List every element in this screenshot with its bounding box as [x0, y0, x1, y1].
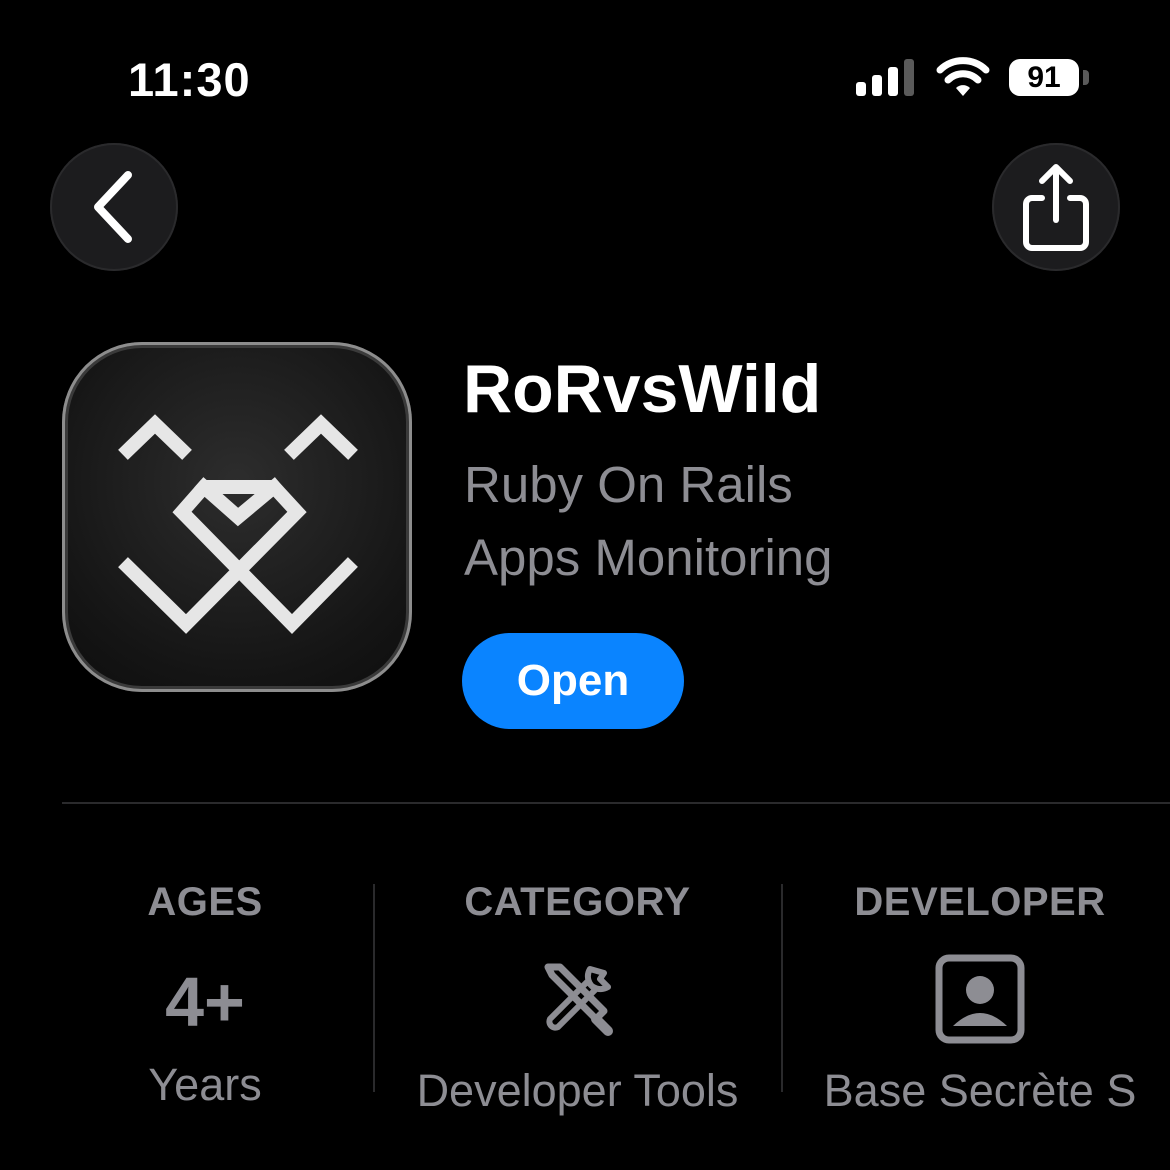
share-button[interactable] — [992, 143, 1120, 271]
developer-sub: Base Secrète S — [823, 1065, 1137, 1116]
signal-icon — [856, 59, 914, 96]
rorvswild-logo — [118, 414, 358, 634]
battery-nub — [1083, 70, 1089, 85]
ages-value: 4+ — [165, 963, 245, 1041]
app-subtitle-line1: Ruby On Rails — [464, 456, 793, 513]
column-separator — [373, 884, 375, 1092]
app-icon — [62, 342, 412, 692]
app-subtitle: Ruby On Rails Apps Monitoring — [464, 448, 1064, 594]
status-time: 11:30 — [128, 53, 251, 106]
column-separator — [781, 884, 783, 1092]
developer-label: DEVELOPER — [854, 880, 1106, 924]
open-button[interactable]: Open — [462, 633, 684, 729]
app-subtitle-line2: Apps Monitoring — [464, 529, 833, 586]
info-category[interactable]: CATEGORY Developer Tools — [385, 880, 770, 1117]
category-sub: Developer Tools — [416, 1065, 739, 1116]
share-icon — [1023, 164, 1089, 251]
info-ages[interactable]: AGES 4+ Years — [80, 880, 330, 1111]
chevron-left-icon — [94, 171, 132, 243]
app-title: RoRvsWild — [463, 351, 822, 427]
divider — [62, 802, 1170, 804]
battery-icon: 91 — [1009, 59, 1079, 96]
ages-sub: Years — [148, 1059, 262, 1110]
back-button[interactable] — [50, 143, 178, 271]
category-label: CATEGORY — [464, 880, 691, 924]
person-icon — [935, 954, 1025, 1044]
ages-label: AGES — [147, 880, 263, 924]
tools-icon — [544, 963, 613, 1036]
wifi-icon — [936, 57, 990, 96]
info-developer[interactable]: DEVELOPER Base Secrète S — [790, 880, 1170, 1117]
